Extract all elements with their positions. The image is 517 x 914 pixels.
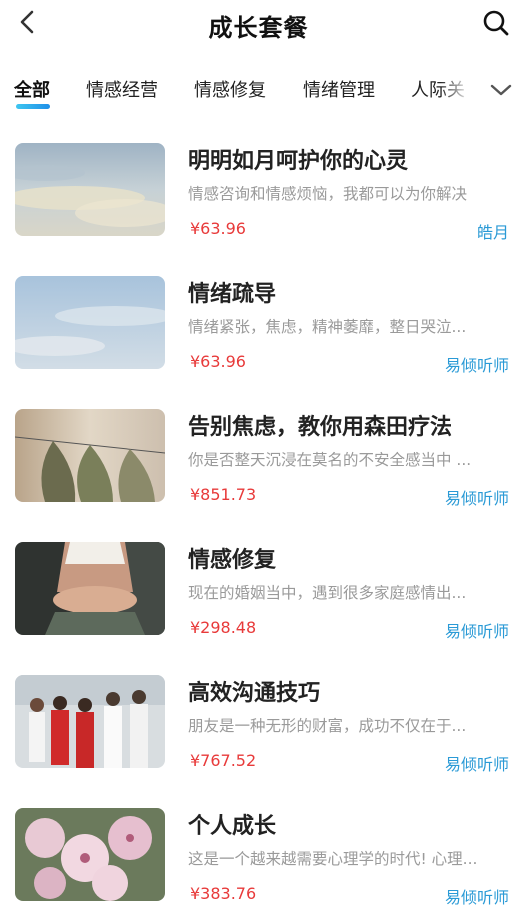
package-title: 个人成长 [188,814,277,839]
package-price: ¥298.48 [190,618,257,637]
list-item[interactable]: 个人成长 这是一个越来越需要心理学的时代! 心理... ¥383.76 易倾听师 [0,793,517,907]
list-item[interactable]: 高效沟通技巧 朋友是一种无形的财富，成功不仅在于... ¥767.52 易倾听师 [0,660,517,774]
sky-cloud-image [15,143,165,236]
tab-emotion-management[interactable]: 情绪管理 [303,76,375,102]
tab-all[interactable]: 全部 [14,76,50,102]
tab-emotional-repair[interactable]: 情感修复 [194,76,266,102]
package-thumbnail [15,276,165,369]
category-tabs: 全部 情感经营 情感修复 情绪管理 人际关 [0,64,517,112]
package-description: 这是一个越来越需要心理学的时代! 心理... [188,850,478,868]
package-thumbnail [15,143,165,236]
package-title: 高效沟通技巧 [188,681,321,706]
package-price: ¥63.96 [190,219,246,238]
package-author[interactable]: 皓月 [477,219,509,243]
package-description: 你是否整天沉浸在莫名的不安全感当中 ... [188,451,472,469]
package-price: ¥767.52 [190,751,257,770]
package-description: 朋友是一种无形的财富，成功不仅在于... [188,717,467,735]
tab-relationship[interactable]: 情感经营 [86,76,158,102]
package-title: 明明如月呵护你的心灵 [188,149,409,174]
wedding-group-image [15,675,165,768]
package-thumbnail [15,409,165,502]
person-hands-image [15,542,165,635]
active-tab-indicator [16,104,50,109]
package-title: 告别焦虑，教你用森田疗法 [188,415,453,440]
top-bar: 成长套餐 [0,0,517,46]
cherry-blossom-image [15,808,165,901]
package-description: 情感咨询和情感烦恼，我都可以为你解决 [188,185,468,203]
package-thumbnail [15,808,165,901]
package-description: 情绪紧张，焦虑，精神萎靡，整日哭泣... [188,318,467,336]
search-icon[interactable] [481,8,511,38]
package-price: ¥383.76 [190,884,257,903]
list-item[interactable]: 情感修复 现在的婚姻当中，遇到很多家庭感情出... ¥298.48 易倾听师 [0,527,517,641]
package-author[interactable]: 易倾听师 [445,485,509,509]
package-price: ¥851.73 [190,485,257,504]
package-title: 情绪疏导 [188,282,277,307]
package-thumbnail [15,542,165,635]
package-price: ¥63.96 [190,352,246,371]
package-author[interactable]: 易倾听师 [445,884,509,908]
package-description: 现在的婚姻当中，遇到很多家庭感情出... [188,584,467,602]
chevron-down-icon[interactable] [486,78,516,102]
list-item[interactable]: 告别焦虑，教你用森田疗法 你是否整天沉浸在莫名的不安全感当中 ... ¥851.… [0,394,517,508]
package-author[interactable]: 易倾听师 [445,352,509,376]
package-author[interactable]: 易倾听师 [445,751,509,775]
list-item[interactable]: 情绪疏导 情绪紧张，焦虑，精神萎靡，整日哭泣... ¥63.96 易倾听师 [0,261,517,375]
hanging-leaves-image [15,409,165,502]
package-title: 情感修复 [188,548,277,573]
page-title: 成长套餐 [208,14,309,42]
list-item[interactable]: 明明如月呵护你的心灵 情感咨询和情感烦恼，我都可以为你解决 ¥63.96 皓月 [0,128,517,242]
package-author[interactable]: 易倾听师 [445,618,509,642]
package-thumbnail [15,675,165,768]
blue-sky-image [15,276,165,369]
